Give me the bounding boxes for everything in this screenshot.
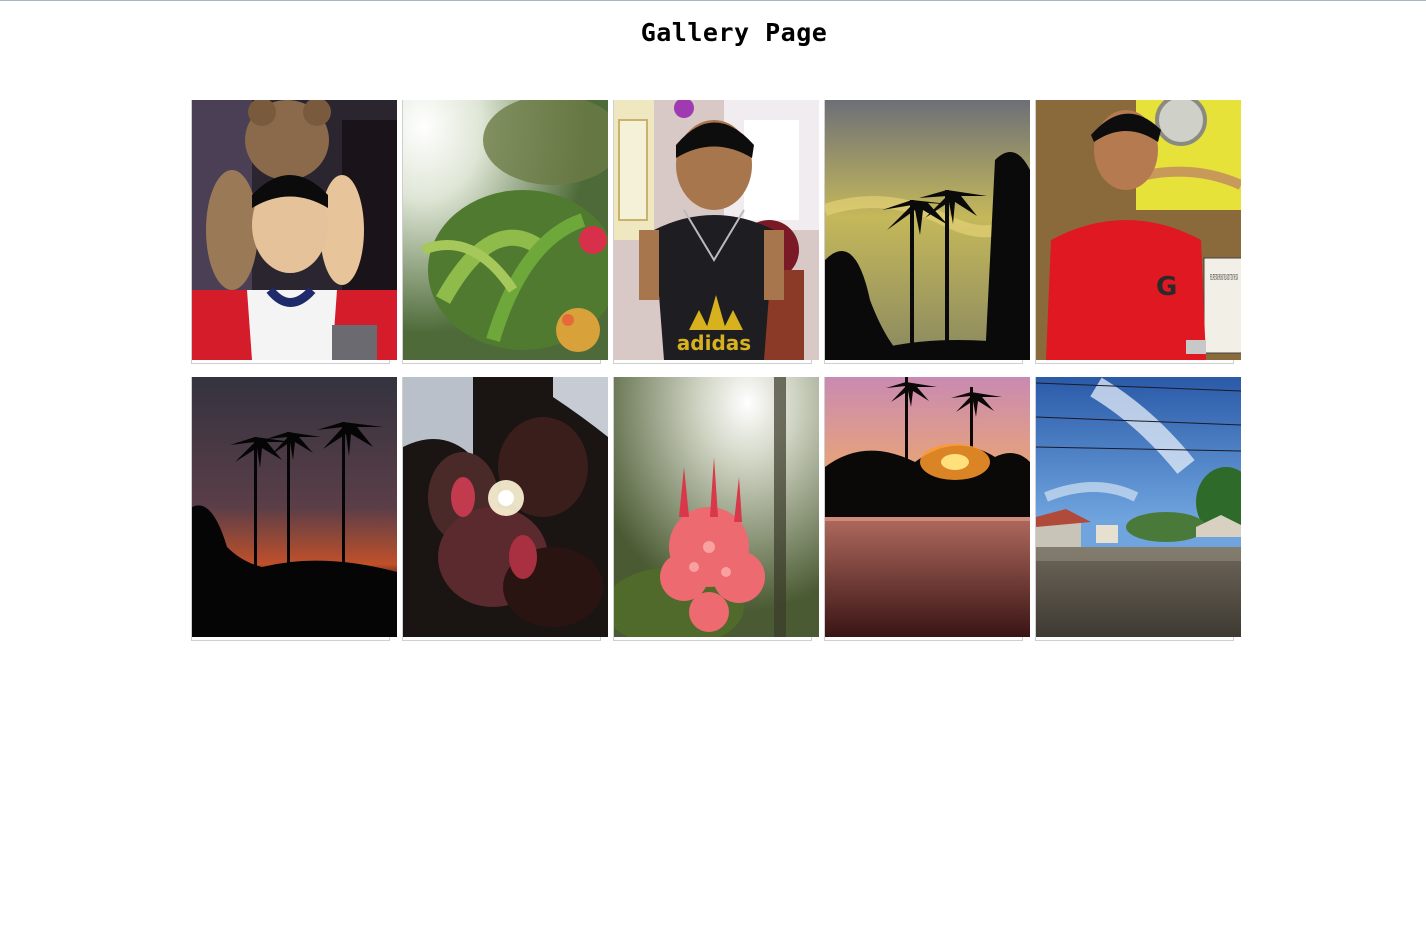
photo-boy-with-teddy-bear[interactable]: [192, 100, 397, 360]
gallery-item[interactable]: [402, 377, 608, 642]
gallery-item[interactable]: adidas: [613, 100, 819, 365]
photo-sunset-over-wall[interactable]: [825, 377, 1030, 637]
photo-gallery: adidas FEEL FREE TAKE PHO BUT PLEA DON'T…: [191, 100, 1243, 654]
gallery-item[interactable]: [1035, 377, 1241, 642]
photo-image: [403, 377, 608, 637]
gallery-row: adidas FEEL FREE TAKE PHO BUT PLEA DON'T…: [191, 100, 1243, 365]
page-title: Gallery Page: [640, 18, 828, 47]
photo-palm-trees-yellow-sky[interactable]: [825, 100, 1030, 360]
photo-sun-through-leaves[interactable]: [403, 377, 608, 637]
photo-image: FEEL FREE TAKE PHO BUT PLEA DON'T TOU TH…: [1036, 100, 1241, 360]
photo-image: adidas: [614, 100, 819, 360]
top-border: [0, 0, 1426, 1]
gallery-item[interactable]: [191, 377, 397, 642]
photo-image: [825, 100, 1030, 360]
sign-text: FEEL FREE TAKE PHO BUT PLEA DON'T TOU TH…: [1210, 273, 1238, 282]
gallery-row: [191, 377, 1243, 642]
photo-blue-sky-rooftops[interactable]: [1036, 377, 1241, 637]
photo-red-ixora-flower[interactable]: [614, 377, 819, 637]
photo-image: [825, 377, 1030, 637]
photo-boy-in-adidas-shirt[interactable]: adidas: [614, 100, 819, 360]
photo-image: [1036, 377, 1241, 637]
gallery-item[interactable]: [824, 100, 1030, 365]
gallery-item[interactable]: [613, 377, 819, 642]
shirt-logo-text: adidas: [677, 331, 751, 355]
gallery-item[interactable]: [402, 100, 608, 365]
photo-palm-silhouette-sunset[interactable]: [192, 377, 397, 637]
photo-image: [614, 377, 819, 637]
gallery-item[interactable]: FEEL FREE TAKE PHO BUT PLEA DON'T TOU TH…: [1035, 100, 1241, 365]
photo-image: [403, 100, 608, 360]
photo-boy-in-red-shirt[interactable]: FEEL FREE TAKE PHO BUT PLEA DON'T TOU TH…: [1036, 100, 1241, 360]
gallery-item[interactable]: [824, 377, 1030, 642]
photo-sunlit-plant[interactable]: [403, 100, 608, 360]
shirt-logo-text: G: [1156, 272, 1177, 302]
photo-image: [192, 377, 397, 637]
gallery-item[interactable]: [191, 100, 397, 365]
photo-image: [192, 100, 397, 360]
